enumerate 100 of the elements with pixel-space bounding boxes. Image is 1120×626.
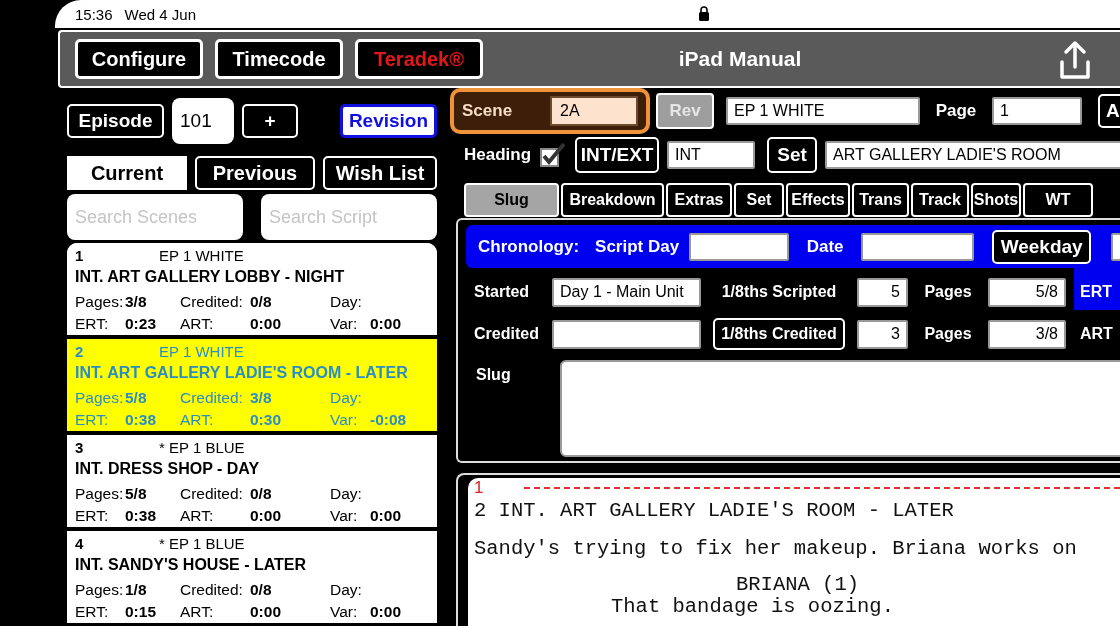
script-day-field[interactable] bbox=[689, 232, 790, 261]
field-value: 0:00 bbox=[250, 507, 282, 525]
field-label: Pages: bbox=[75, 581, 125, 599]
field-value: 0:00 bbox=[250, 603, 282, 621]
field-label: Day: bbox=[330, 389, 363, 407]
pages-label: Pages bbox=[923, 283, 973, 301]
started-field[interactable]: Day 1 - Main Unit bbox=[552, 277, 701, 307]
field-label: ART: bbox=[180, 411, 215, 429]
scene-revision: * EP 1 BLUE bbox=[159, 535, 245, 552]
field-label: ERT: bbox=[75, 603, 110, 621]
eighths-credited-button[interactable]: 1/8ths Credited bbox=[713, 318, 845, 350]
list-tab[interactable]: Current bbox=[67, 156, 187, 190]
date-label: Date bbox=[805, 236, 845, 257]
slug-label: Slug bbox=[475, 365, 512, 384]
field-label: Day: bbox=[330, 581, 363, 599]
list-tab[interactable]: Previous bbox=[195, 156, 315, 190]
detail-tab[interactable]: Extras bbox=[666, 183, 732, 217]
detail-tab[interactable]: Breakdown bbox=[561, 183, 664, 217]
page-field[interactable]: 1 bbox=[992, 97, 1082, 125]
toolbar-title: iPad Manual bbox=[677, 47, 803, 71]
field-label: ERT: bbox=[75, 411, 110, 429]
lock-icon bbox=[698, 6, 710, 21]
toolbar-button[interactable]: Configure bbox=[75, 39, 203, 79]
scene-card[interactable]: 1 EP 1 WHITE INT. ART GALLERY LOBBY - NIGHT Pages:3/8 Credited: 0/8 Day: ERT: 0:23 ART: 0:00 Var: 0:00 bbox=[67, 243, 437, 339]
field-label: Credited: bbox=[180, 293, 244, 311]
field-label: ART: bbox=[180, 603, 215, 621]
detail-tab[interactable]: Effects bbox=[786, 183, 850, 217]
eighths-scripted-field[interactable]: 5 bbox=[857, 277, 908, 307]
field-value: 0:15 bbox=[125, 603, 157, 621]
field-label: Var: bbox=[330, 315, 359, 333]
page-label: Page bbox=[934, 101, 978, 121]
field-value: 5/8 bbox=[125, 485, 147, 503]
int-ext-field[interactable]: INT bbox=[667, 141, 756, 169]
field-value: 0:30 bbox=[250, 411, 282, 429]
field-value: 1/8 bbox=[125, 581, 147, 599]
script-line: BRIANA (1) bbox=[735, 574, 861, 596]
field-value: 0:00 bbox=[250, 315, 282, 333]
eighths-scripted-label: 1/8ths Scripted bbox=[720, 283, 838, 301]
field-label: Day: bbox=[330, 293, 363, 311]
revision-field[interactable]: EP 1 WHITE bbox=[726, 97, 920, 125]
status-date: Wed 4 Jun bbox=[124, 5, 196, 23]
detail-tab[interactable]: Track bbox=[911, 183, 969, 217]
set-field[interactable]: ART GALLERY LADIE'S ROOM bbox=[825, 141, 1120, 169]
search-field[interactable]: Search Scenes bbox=[67, 194, 243, 240]
field-label: Pages: bbox=[75, 293, 125, 311]
field-label: Var: bbox=[330, 603, 359, 621]
toolbar-button[interactable]: A bbox=[1098, 94, 1120, 128]
field-value: 0:00 bbox=[370, 507, 402, 525]
eighths-credited-field[interactable]: 3 bbox=[857, 319, 908, 349]
revision-button[interactable]: Revision bbox=[340, 104, 437, 138]
scene-number: 1 bbox=[75, 247, 85, 264]
scene-revision: EP 1 WHITE bbox=[159, 343, 244, 360]
scene-number: 3 bbox=[75, 439, 85, 456]
detail-tab[interactable]: Set bbox=[734, 183, 784, 217]
script-line: That bandage is oozing. bbox=[610, 596, 895, 618]
credited-field[interactable] bbox=[552, 319, 701, 349]
toolbar-button[interactable]: Timecode bbox=[215, 39, 343, 79]
scene-number: 2 bbox=[75, 343, 85, 360]
started-label: Started bbox=[473, 283, 531, 301]
detail-tab[interactable]: Shots bbox=[971, 183, 1021, 217]
scene-heading: INT. DRESS SHOP - DAY bbox=[75, 459, 261, 479]
add-button[interactable]: + bbox=[242, 104, 298, 138]
scene-heading: INT. ART GALLERY LOBBY - NIGHT bbox=[75, 267, 346, 287]
script-line: 2 INT. ART GALLERY LADIE'S ROOM - LATER bbox=[474, 500, 955, 522]
pages-field[interactable]: 5/8 bbox=[988, 277, 1066, 307]
field-label: ART: bbox=[180, 315, 215, 333]
field-value: -0:08 bbox=[370, 411, 407, 429]
field-label: ART: bbox=[180, 507, 215, 525]
weekday-button[interactable]: Weekday bbox=[992, 229, 1092, 264]
list-tab[interactable]: Wish List bbox=[323, 156, 437, 190]
scene-heading: INT. SANDY'S HOUSE - LATER bbox=[75, 555, 308, 575]
detail-tab[interactable]: Trans bbox=[852, 183, 909, 217]
field-label: Pages: bbox=[75, 389, 125, 407]
slug-field[interactable] bbox=[560, 360, 1120, 457]
heading-label: Heading bbox=[464, 145, 532, 165]
art-label: ART bbox=[1079, 325, 1113, 343]
field-label: ERT: bbox=[75, 507, 110, 525]
detail-tab[interactable]: WT bbox=[1023, 183, 1093, 217]
field-label: ERT: bbox=[75, 315, 110, 333]
detail-tab[interactable]: Slug bbox=[464, 183, 559, 217]
scene-number: 4 bbox=[75, 535, 85, 552]
date-field[interactable] bbox=[861, 232, 975, 261]
toolbar-button[interactable]: Teradek® bbox=[355, 39, 483, 79]
field-label: Credited: bbox=[180, 485, 244, 503]
heading-checkbox[interactable] bbox=[539, 141, 568, 169]
int-ext-button[interactable]: INT/EXT bbox=[575, 137, 660, 173]
scene-field[interactable]: 2A bbox=[550, 96, 638, 126]
script-day-label: Script Day bbox=[595, 236, 680, 257]
pages-field[interactable]: 3/8 bbox=[988, 319, 1066, 349]
page-number: 1 bbox=[474, 478, 485, 498]
episode-button[interactable]: Episode bbox=[67, 104, 164, 138]
pages-label: Pages bbox=[923, 325, 973, 343]
field-value: 0/8 bbox=[250, 293, 272, 311]
search-field[interactable]: Search Script bbox=[261, 194, 437, 240]
field-value: 0:38 bbox=[125, 411, 157, 429]
chronology-label: Chronology: bbox=[478, 236, 580, 257]
set-button[interactable]: Set bbox=[767, 137, 818, 173]
field-value: 3/8 bbox=[250, 389, 272, 407]
episode-field[interactable]: 101 bbox=[172, 98, 234, 144]
field-value: 0:23 bbox=[125, 315, 157, 333]
